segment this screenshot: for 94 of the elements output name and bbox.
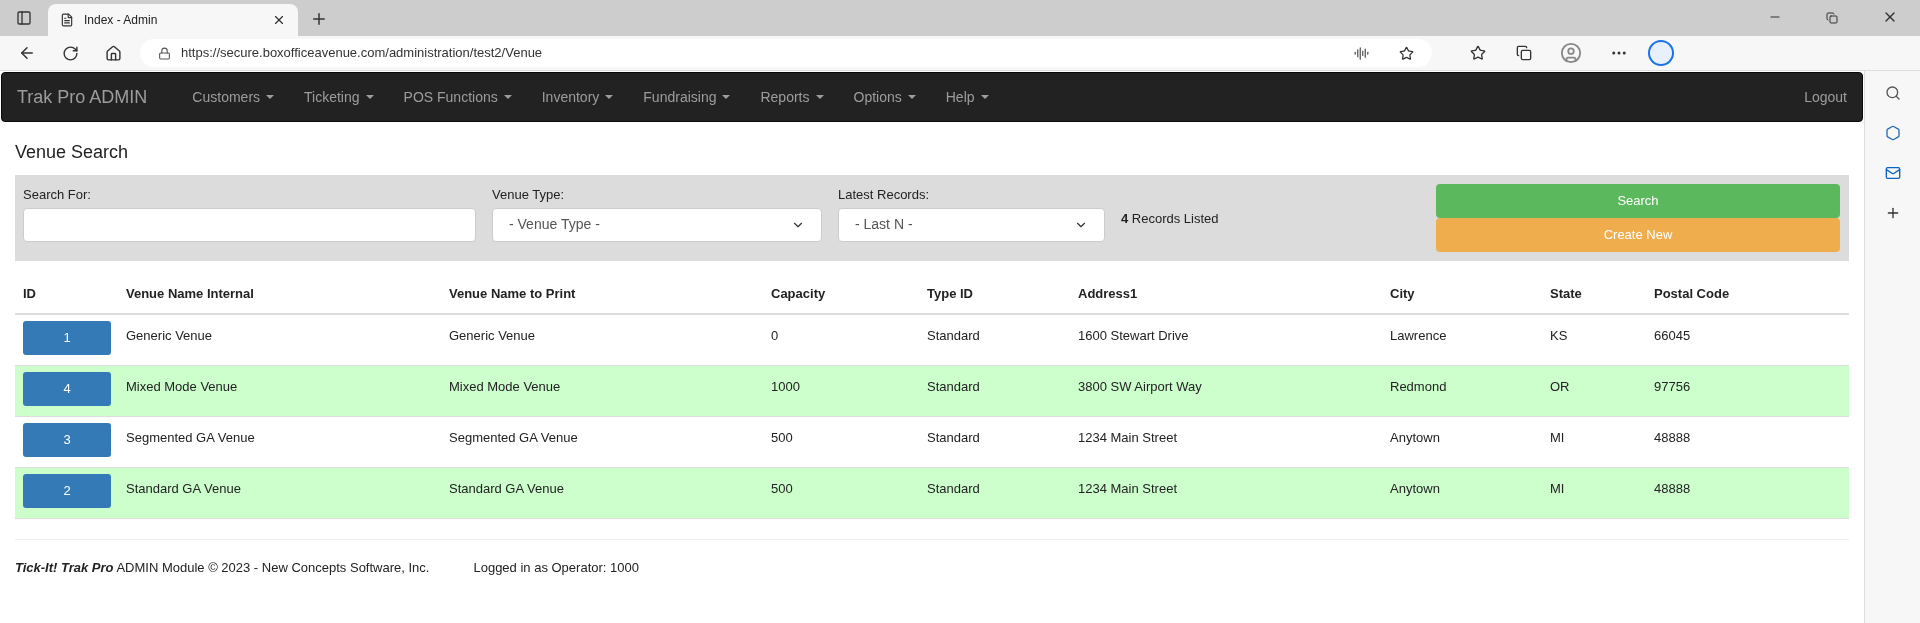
favorites-icon[interactable] <box>1470 45 1486 61</box>
field-label: Venue Type: <box>492 186 566 204</box>
nav-menu[interactable]: Options <box>838 73 931 121</box>
venue-id-button[interactable]: 4 <box>23 372 111 406</box>
table-cell: Standard <box>927 379 980 394</box>
sound-wave-icon[interactable] <box>1354 45 1369 61</box>
table-cell: Anytown <box>1390 481 1440 496</box>
table-cell: 500 <box>771 481 793 496</box>
field-label: Latest Records: <box>838 186 931 204</box>
new-tab-icon[interactable] <box>310 10 328 28</box>
table-cell: 97756 <box>1654 379 1691 394</box>
column-header: Venue Name Internal <box>126 286 254 301</box>
caret-icon <box>907 95 916 99</box>
table-cell: Anytown <box>1390 430 1440 445</box>
brand-title[interactable]: Trak Pro ADMIN <box>17 83 148 111</box>
table-cell: MI <box>1550 481 1565 496</box>
table-cell: 48888 <box>1654 430 1691 445</box>
table-cell: Generic Venue <box>126 328 212 343</box>
table-cell: Standard GA Venue <box>449 481 564 496</box>
browser-tab[interactable]: Index - Admin <box>48 4 298 36</box>
back-icon[interactable] <box>18 44 36 62</box>
reload-icon[interactable] <box>62 44 79 62</box>
nav-menu[interactable]: Inventory <box>526 73 629 121</box>
nav-menu[interactable]: Help <box>930 73 1004 121</box>
tab-title: Index - Admin <box>84 12 159 29</box>
page-icon <box>60 13 74 27</box>
table-cell: KS <box>1550 328 1568 343</box>
table-cell: Generic Venue <box>449 328 535 343</box>
collections-icon[interactable] <box>1516 45 1532 61</box>
venue-type-select[interactable]: - Venue Type - <box>492 207 822 242</box>
restore-icon[interactable] <box>1826 12 1838 24</box>
table-cell: 48888 <box>1654 481 1691 496</box>
table-cell: 1000 <box>771 379 800 394</box>
column-header: Capacity <box>771 286 826 301</box>
caret-icon <box>365 95 374 99</box>
caret-icon <box>815 95 824 99</box>
hexagon-icon[interactable] <box>1884 125 1901 141</box>
address-bar[interactable]: https://secure.boxofficeavenue.com/administration/test2/Venue <box>140 39 1432 67</box>
caret-icon <box>266 95 275 99</box>
caret-icon <box>980 95 989 99</box>
lock-icon <box>158 46 171 60</box>
nav-menu[interactable]: Fundraising <box>628 73 746 121</box>
caret-icon <box>722 95 731 99</box>
records-count: 4 Records Listed <box>1121 210 1219 228</box>
column-header: State <box>1550 286 1582 301</box>
search-input[interactable] <box>23 207 476 242</box>
table-cell: 1234 Main Street <box>1078 481 1177 496</box>
nav-menu[interactable]: Reports <box>745 73 839 121</box>
table-cell: 1600 Stewart Drive <box>1078 328 1189 343</box>
table-cell: Redmond <box>1390 379 1447 394</box>
table-cell: OR <box>1550 379 1570 394</box>
table-cell: Standard <box>927 328 980 343</box>
column-header: Type ID <box>927 286 973 301</box>
venue-id-button[interactable]: 1 <box>23 321 111 355</box>
column-header: Venue Name to Print <box>449 286 576 301</box>
logout-link[interactable]: Logout <box>1804 86 1847 108</box>
table-cell: Lawrence <box>1390 328 1447 343</box>
copyright-text: Tick-It! Trak Pro ADMIN Module © 2023 - New Concepts Software, Inc. <box>15 559 430 577</box>
table-cell: Mixed Mode Venue <box>449 379 561 394</box>
url-text: https://secure.boxofficeavenue.com/administration/test2/Venue <box>181 44 544 63</box>
profile-icon[interactable] <box>1560 42 1582 64</box>
table-cell: 0 <box>771 328 779 343</box>
caret-icon <box>503 95 512 99</box>
table-cell: Standard <box>927 430 980 445</box>
caret-icon <box>605 95 614 99</box>
venue-id-button[interactable]: 3 <box>23 423 111 457</box>
nav-menu[interactable]: Customers <box>177 73 290 121</box>
favorite-icon[interactable] <box>1399 45 1414 61</box>
field-label: Search For: <box>23 186 92 204</box>
table-cell: 66045 <box>1654 328 1691 343</box>
table-cell: Standard GA Venue <box>126 481 241 496</box>
page-title: Venue Search <box>15 141 130 164</box>
operator-text: Logged in as Operator: 1000 <box>473 559 639 577</box>
table-cell: Segmented GA Venue <box>126 430 255 445</box>
column-header: Address1 <box>1078 286 1138 301</box>
latest-records-select[interactable]: - Last N - <box>838 207 1105 242</box>
table-cell: 1234 Main Street <box>1078 430 1177 445</box>
column-header: ID <box>23 286 36 301</box>
table-cell: Standard <box>927 481 980 496</box>
venue-id-button[interactable]: 2 <box>23 474 111 508</box>
column-header: City <box>1390 286 1415 301</box>
table-cell: 500 <box>771 430 793 445</box>
table-cell: Mixed Mode Venue <box>126 379 238 394</box>
tab-actions-icon[interactable] <box>16 10 32 26</box>
mail-icon[interactable] <box>1884 165 1901 181</box>
table-cell: 3800 SW Airport Way <box>1078 379 1202 394</box>
close-icon[interactable] <box>272 13 286 27</box>
table-cell: Segmented GA Venue <box>449 430 578 445</box>
table-cell: MI <box>1550 430 1565 445</box>
search-icon[interactable] <box>1884 85 1901 101</box>
home-icon[interactable] <box>105 44 122 62</box>
column-header: Postal Code <box>1654 286 1730 301</box>
nav-menu[interactable]: Ticketing <box>289 73 389 121</box>
nav-menu[interactable]: POS Functions <box>388 73 527 121</box>
